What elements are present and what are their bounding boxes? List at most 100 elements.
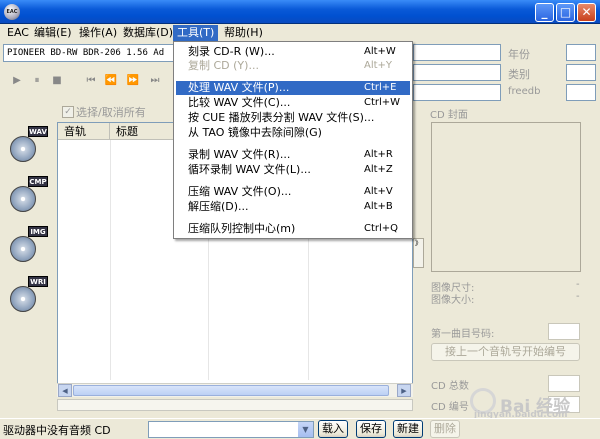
menu-tools[interactable]: 工具(T) bbox=[173, 25, 219, 41]
new-button[interactable]: 新建 bbox=[393, 420, 423, 438]
column-divider bbox=[110, 140, 111, 380]
menu-item-label: 压缩队列控制中心(m) bbox=[188, 222, 296, 235]
first-track-number-label: 第一曲目号码: bbox=[431, 329, 495, 340]
album-field[interactable] bbox=[413, 64, 501, 81]
stop-icon[interactable]: ■ bbox=[48, 72, 66, 90]
image-size-value: - bbox=[576, 279, 580, 290]
menu-item-compare-wav[interactable]: 比较 WAV 文件(C)... Ctrl+W bbox=[176, 96, 410, 110]
menu-item-label: 录制 WAV 文件(R)... bbox=[188, 148, 291, 161]
year-label: 年份 bbox=[508, 48, 530, 61]
previous-track-icon[interactable]: ⏮ bbox=[82, 72, 100, 90]
panel-toggle-icon[interactable]: 》 bbox=[413, 238, 424, 268]
play-icon[interactable]: ▶ bbox=[8, 72, 26, 90]
load-button[interactable]: 载入 bbox=[318, 420, 348, 438]
scroll-thumb[interactable] bbox=[73, 385, 389, 396]
copy-compressed-button[interactable]: CMP bbox=[8, 176, 50, 216]
menu-help[interactable]: 帮助(H) bbox=[220, 25, 267, 41]
tools-dropdown-menu: 刻录 CD-R (W)... Alt+W 复制 CD (Y)... Alt+Y … bbox=[173, 41, 413, 239]
menu-item-burn-cdr[interactable]: 刻录 CD-R (W)... Alt+W bbox=[176, 45, 410, 59]
cd-total-label: CD 总数 bbox=[431, 381, 469, 392]
menu-item-shortcut: Alt+R bbox=[364, 149, 393, 160]
menu-item-decompress[interactable]: 解压缩(D)... Alt+B bbox=[176, 200, 410, 214]
baidu-watermark: Bai 经验 jingyan.baidu.com bbox=[470, 386, 590, 420]
menu-action[interactable]: 操作(A) bbox=[75, 25, 121, 41]
menu-database[interactable]: 数据库(D) bbox=[119, 25, 177, 41]
maximize-button[interactable]: □ bbox=[556, 3, 575, 22]
menu-edit[interactable]: 编辑(E) bbox=[30, 25, 76, 41]
menu-bar: EAC 编辑(E) 操作(A) 数据库(D) 工具(T) 帮助(H) bbox=[0, 24, 600, 42]
save-button[interactable]: 保存 bbox=[356, 420, 386, 438]
first-track-number-field[interactable] bbox=[548, 323, 580, 340]
image-bytes-value: - bbox=[576, 291, 580, 302]
menu-item-label: 比较 WAV 文件(C)... bbox=[188, 96, 291, 109]
cd-cover-image[interactable] bbox=[431, 122, 581, 272]
menu-item-shortcut: Alt+V bbox=[364, 186, 393, 197]
menu-separator bbox=[178, 143, 408, 144]
scroll-left-arrow-icon[interactable]: ◀ bbox=[58, 384, 72, 397]
img-tag: IMG bbox=[28, 226, 48, 237]
pause-icon[interactable]: ⏸ bbox=[28, 72, 46, 90]
menu-separator bbox=[178, 217, 408, 218]
menu-item-label: 处理 WAV 文件(P)... bbox=[188, 81, 290, 94]
menu-item-shortcut: Ctrl+E bbox=[364, 82, 397, 93]
menu-separator bbox=[178, 76, 408, 77]
menu-separator bbox=[178, 180, 408, 181]
menu-item-shortcut: Ctrl+W bbox=[364, 97, 401, 108]
artist-field[interactable] bbox=[413, 44, 501, 61]
eac-app-icon: EAC bbox=[4, 4, 20, 20]
composer-field[interactable] bbox=[413, 84, 501, 101]
menu-item-label: 压缩 WAV 文件(O)... bbox=[188, 185, 292, 198]
menu-item-label: 解压缩(D)... bbox=[188, 200, 249, 213]
genre-field[interactable] bbox=[566, 64, 596, 81]
menu-item-label: 刻录 CD-R (W)... bbox=[188, 45, 275, 58]
menu-item-loop-record-wav[interactable]: 循环录制 WAV 文件(L)... Alt+Z bbox=[176, 163, 410, 177]
title-bar: EAC _ □ ✕ bbox=[0, 0, 600, 24]
copy-wav-button[interactable]: WAV bbox=[8, 126, 50, 166]
freedb-combo[interactable]: ▼ bbox=[148, 421, 314, 438]
delete-button[interactable]: 删除 bbox=[430, 420, 460, 438]
cd-cover-label: CD 封面 bbox=[430, 110, 468, 121]
menu-item-label: 按 CUE 播放列表分割 WAV 文件(S)... bbox=[188, 111, 375, 124]
menu-item-remove-tao-gaps[interactable]: 从 TAO 镜像中去除间隙(G) bbox=[176, 126, 410, 140]
fast-forward-icon[interactable]: ⏩ bbox=[124, 72, 142, 90]
disc-icon bbox=[10, 136, 36, 162]
menu-item-label: 复制 CD (Y)... bbox=[188, 59, 259, 72]
position-ruler bbox=[57, 399, 413, 411]
cd-number-label: CD 编号 bbox=[431, 402, 469, 413]
menu-item-shortcut: Alt+B bbox=[364, 201, 393, 212]
wri-tag: WRI bbox=[28, 276, 48, 287]
menu-item-shortcut: Alt+W bbox=[364, 46, 396, 57]
menu-item-record-wav[interactable]: 录制 WAV 文件(R)... Alt+R bbox=[176, 148, 410, 162]
wav-tag: WAV bbox=[28, 126, 48, 137]
menu-item-label: 循环录制 WAV 文件(L)... bbox=[188, 163, 311, 176]
close-button[interactable]: ✕ bbox=[577, 3, 596, 22]
cmp-tag: CMP bbox=[28, 176, 48, 187]
menu-item-shortcut: Ctrl+Q bbox=[364, 223, 399, 234]
menu-eac[interactable]: EAC bbox=[3, 25, 33, 41]
menu-item-process-wav[interactable]: 处理 WAV 文件(P)... Ctrl+E bbox=[176, 81, 410, 95]
menu-item-shortcut: Alt+Z bbox=[364, 164, 393, 175]
horizontal-scrollbar[interactable]: ◀ ▶ bbox=[57, 383, 413, 397]
image-bytes-label: 图像大小: bbox=[431, 295, 475, 306]
freedb-field[interactable] bbox=[566, 84, 596, 101]
drive-selector[interactable]: PIONEER BD-RW BDR-206 1.56 Ad bbox=[3, 44, 178, 62]
write-cd-button[interactable]: WRI bbox=[8, 276, 50, 316]
rewind-icon[interactable]: ⏪ bbox=[102, 72, 120, 90]
minimize-button[interactable]: _ bbox=[535, 3, 554, 22]
freedb-label: freedb bbox=[508, 86, 541, 97]
chevron-down-icon[interactable]: ▼ bbox=[298, 422, 313, 437]
menu-item-split-wav-by-cue[interactable]: 按 CUE 播放列表分割 WAV 文件(S)... bbox=[176, 111, 410, 125]
column-header-track[interactable]: 音轨 bbox=[58, 123, 110, 140]
scroll-right-arrow-icon[interactable]: ▶ bbox=[397, 384, 411, 397]
menu-item-compress-wav[interactable]: 压缩 WAV 文件(O)... Alt+V bbox=[176, 185, 410, 199]
year-field[interactable] bbox=[566, 44, 596, 61]
copy-image-button[interactable]: IMG bbox=[8, 226, 50, 266]
status-bar: 驱动器中没有音频 CD ▼ 载入 保存 新建 删除 bbox=[0, 418, 600, 439]
disc-icon bbox=[10, 286, 36, 312]
select-all-checkbox[interactable]: ✓ bbox=[62, 106, 74, 118]
disc-icon bbox=[10, 236, 36, 262]
menu-item-compression-queue[interactable]: 压缩队列控制中心(m) Ctrl+Q bbox=[176, 222, 410, 236]
continue-numbering-button[interactable]: 接上一个音轨号开始编号 bbox=[431, 343, 580, 361]
menu-item-copy-cd[interactable]: 复制 CD (Y)... Alt+Y bbox=[176, 59, 410, 73]
next-track-icon[interactable]: ⏭ bbox=[146, 72, 164, 90]
